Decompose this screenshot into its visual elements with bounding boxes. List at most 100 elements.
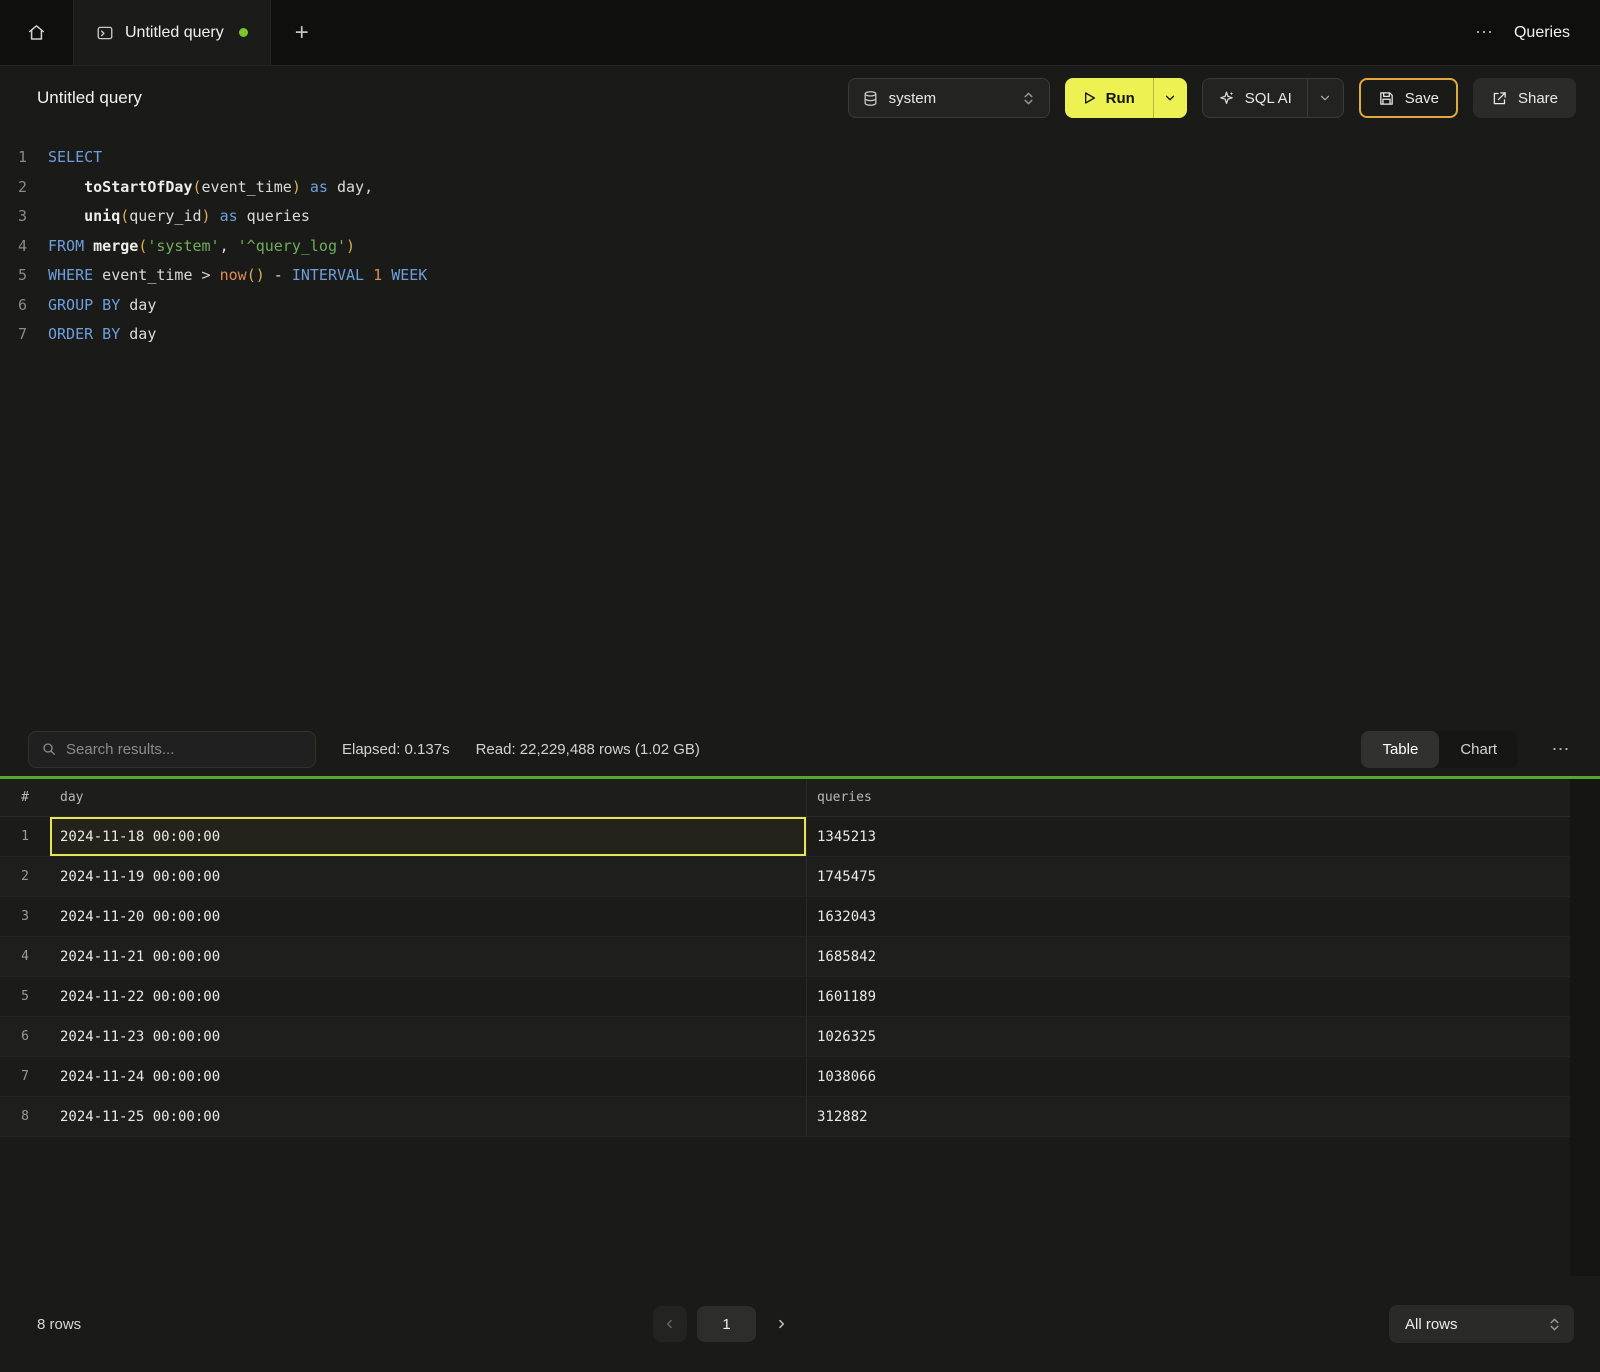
- code-line: 6GROUP BY day: [0, 291, 1600, 321]
- tab-bar: Untitled query + ⋯ Queries: [0, 0, 1600, 66]
- search-results-input[interactable]: [66, 741, 303, 758]
- run-button-label: Run: [1106, 90, 1135, 107]
- query-toolbar: Untitled query system Run: [0, 66, 1600, 130]
- search-icon: [41, 741, 57, 757]
- page-number-button[interactable]: 1: [697, 1306, 756, 1342]
- line-number: 5: [0, 261, 48, 291]
- cell-queries[interactable]: 1601189: [807, 977, 1570, 1016]
- cell-day-selected[interactable]: 2024-11-18 00:00:00: [50, 817, 807, 856]
- row-number: 7: [0, 1057, 50, 1096]
- row-number: 1: [0, 817, 50, 856]
- cell-day[interactable]: 2024-11-20 00:00:00: [50, 897, 807, 936]
- run-button[interactable]: Run: [1065, 78, 1153, 118]
- cell-queries[interactable]: 1685842: [807, 937, 1570, 976]
- table-row: 52024-11-22 00:00:001601189: [0, 977, 1570, 1017]
- sql-ai-label: SQL AI: [1245, 90, 1292, 107]
- table-row: 12024-11-18 00:00:001345213: [0, 817, 1570, 857]
- share-button[interactable]: Share: [1473, 78, 1576, 118]
- code-line: 4FROM merge('system', '^query_log'): [0, 232, 1600, 262]
- line-number: 3: [0, 202, 48, 232]
- cell-day[interactable]: 2024-11-19 00:00:00: [50, 857, 807, 896]
- share-button-label: Share: [1518, 90, 1558, 107]
- search-results-box: [28, 731, 316, 768]
- save-button-label: Save: [1405, 90, 1439, 107]
- column-header-index[interactable]: #: [0, 790, 50, 805]
- save-icon: [1378, 90, 1395, 107]
- view-tab-chart[interactable]: Chart: [1439, 731, 1518, 768]
- line-number: 6: [0, 291, 48, 321]
- row-number: 3: [0, 897, 50, 936]
- page-size-select[interactable]: All rows: [1389, 1305, 1574, 1343]
- scrollbar-track[interactable]: [1570, 779, 1600, 1276]
- line-number: 1: [0, 143, 48, 173]
- chevron-down-icon: [1318, 91, 1332, 105]
- cell-queries[interactable]: 1632043: [807, 897, 1570, 936]
- updown-chevrons-icon: [1547, 1317, 1562, 1332]
- play-icon: [1081, 90, 1097, 106]
- cell-day[interactable]: 2024-11-25 00:00:00: [50, 1097, 807, 1136]
- run-options-button[interactable]: [1153, 78, 1187, 118]
- sparkle-icon: [1218, 90, 1235, 107]
- row-count-label: 8 rows: [37, 1316, 81, 1333]
- next-page-button[interactable]: [766, 1317, 796, 1331]
- sql-console-app: Untitled query + ⋯ Queries Untitled quer…: [0, 0, 1600, 1372]
- sql-editor[interactable]: 1SELECT2 toStartOfDay(event_time) as day…: [0, 130, 1600, 722]
- row-number: 4: [0, 937, 50, 976]
- row-number: 2: [0, 857, 50, 896]
- view-toggle: Table Chart: [1361, 731, 1518, 768]
- query-title: Untitled query: [37, 88, 142, 108]
- row-number: 6: [0, 1017, 50, 1056]
- pagination: 1: [653, 1306, 796, 1342]
- cell-day[interactable]: 2024-11-24 00:00:00: [50, 1057, 807, 1096]
- table-row: 82024-11-25 00:00:00312882: [0, 1097, 1570, 1137]
- results-grid: # day queries 12024-11-18 00:00:00134521…: [0, 779, 1600, 1276]
- cell-queries[interactable]: 1038066: [807, 1057, 1570, 1096]
- new-tab-button[interactable]: +: [271, 0, 333, 65]
- home-icon: [27, 23, 46, 42]
- home-button[interactable]: [0, 0, 74, 65]
- terminal-icon: [96, 24, 114, 42]
- cell-queries[interactable]: 1745475: [807, 857, 1570, 896]
- table-row: 22024-11-19 00:00:001745475: [0, 857, 1570, 897]
- cell-queries[interactable]: 312882: [807, 1097, 1570, 1136]
- code-line: 3 uniq(query_id) as queries: [0, 202, 1600, 232]
- line-number: 2: [0, 173, 48, 203]
- results-overflow-icon[interactable]: ⋯: [1544, 739, 1578, 760]
- column-header-day[interactable]: day: [50, 779, 807, 816]
- table-row: 62024-11-23 00:00:001026325: [0, 1017, 1570, 1057]
- cell-day[interactable]: 2024-11-23 00:00:00: [50, 1017, 807, 1056]
- table-row: 72024-11-24 00:00:001038066: [0, 1057, 1570, 1097]
- cell-queries[interactable]: 1026325: [807, 1017, 1570, 1056]
- unsaved-indicator-dot: [239, 28, 248, 37]
- updown-chevrons-icon: [1021, 91, 1036, 106]
- run-split-button: Run: [1065, 78, 1187, 118]
- sql-ai-split-button: SQL AI: [1202, 78, 1344, 118]
- results-toolbar: Elapsed: 0.137s Read: 22,229,488 rows (1…: [0, 722, 1600, 776]
- code-line: 1SELECT: [0, 143, 1600, 173]
- cell-day[interactable]: 2024-11-22 00:00:00: [50, 977, 807, 1016]
- sql-ai-button[interactable]: SQL AI: [1203, 79, 1307, 117]
- tabs-overflow-icon[interactable]: ⋯: [1475, 22, 1494, 43]
- results-footer: 8 rows 1 All rows: [0, 1276, 1600, 1372]
- sql-ai-options-button[interactable]: [1307, 79, 1343, 117]
- database-select-value: system: [889, 90, 937, 107]
- column-header-queries[interactable]: queries: [807, 790, 1570, 805]
- code-lines: 1SELECT2 toStartOfDay(event_time) as day…: [0, 143, 1600, 350]
- save-button[interactable]: Save: [1359, 78, 1458, 118]
- row-number: 5: [0, 977, 50, 1016]
- database-icon: [862, 90, 879, 107]
- cell-queries[interactable]: 1345213: [807, 817, 1570, 856]
- results-table-header: # day queries: [0, 779, 1570, 817]
- cell-day[interactable]: 2024-11-21 00:00:00: [50, 937, 807, 976]
- tab-untitled-query[interactable]: Untitled query: [74, 0, 271, 65]
- line-number: 4: [0, 232, 48, 262]
- code-line: 5WHERE event_time > now() - INTERVAL 1 W…: [0, 261, 1600, 291]
- table-row: 32024-11-20 00:00:001632043: [0, 897, 1570, 937]
- view-tab-table[interactable]: Table: [1361, 731, 1439, 768]
- queries-link[interactable]: Queries: [1514, 24, 1570, 42]
- previous-page-button[interactable]: [653, 1306, 687, 1342]
- elapsed-stat: Elapsed: 0.137s: [342, 741, 450, 758]
- database-select[interactable]: system: [848, 78, 1050, 118]
- chevron-right-icon: [774, 1317, 788, 1331]
- code-line: 7ORDER BY day: [0, 320, 1600, 350]
